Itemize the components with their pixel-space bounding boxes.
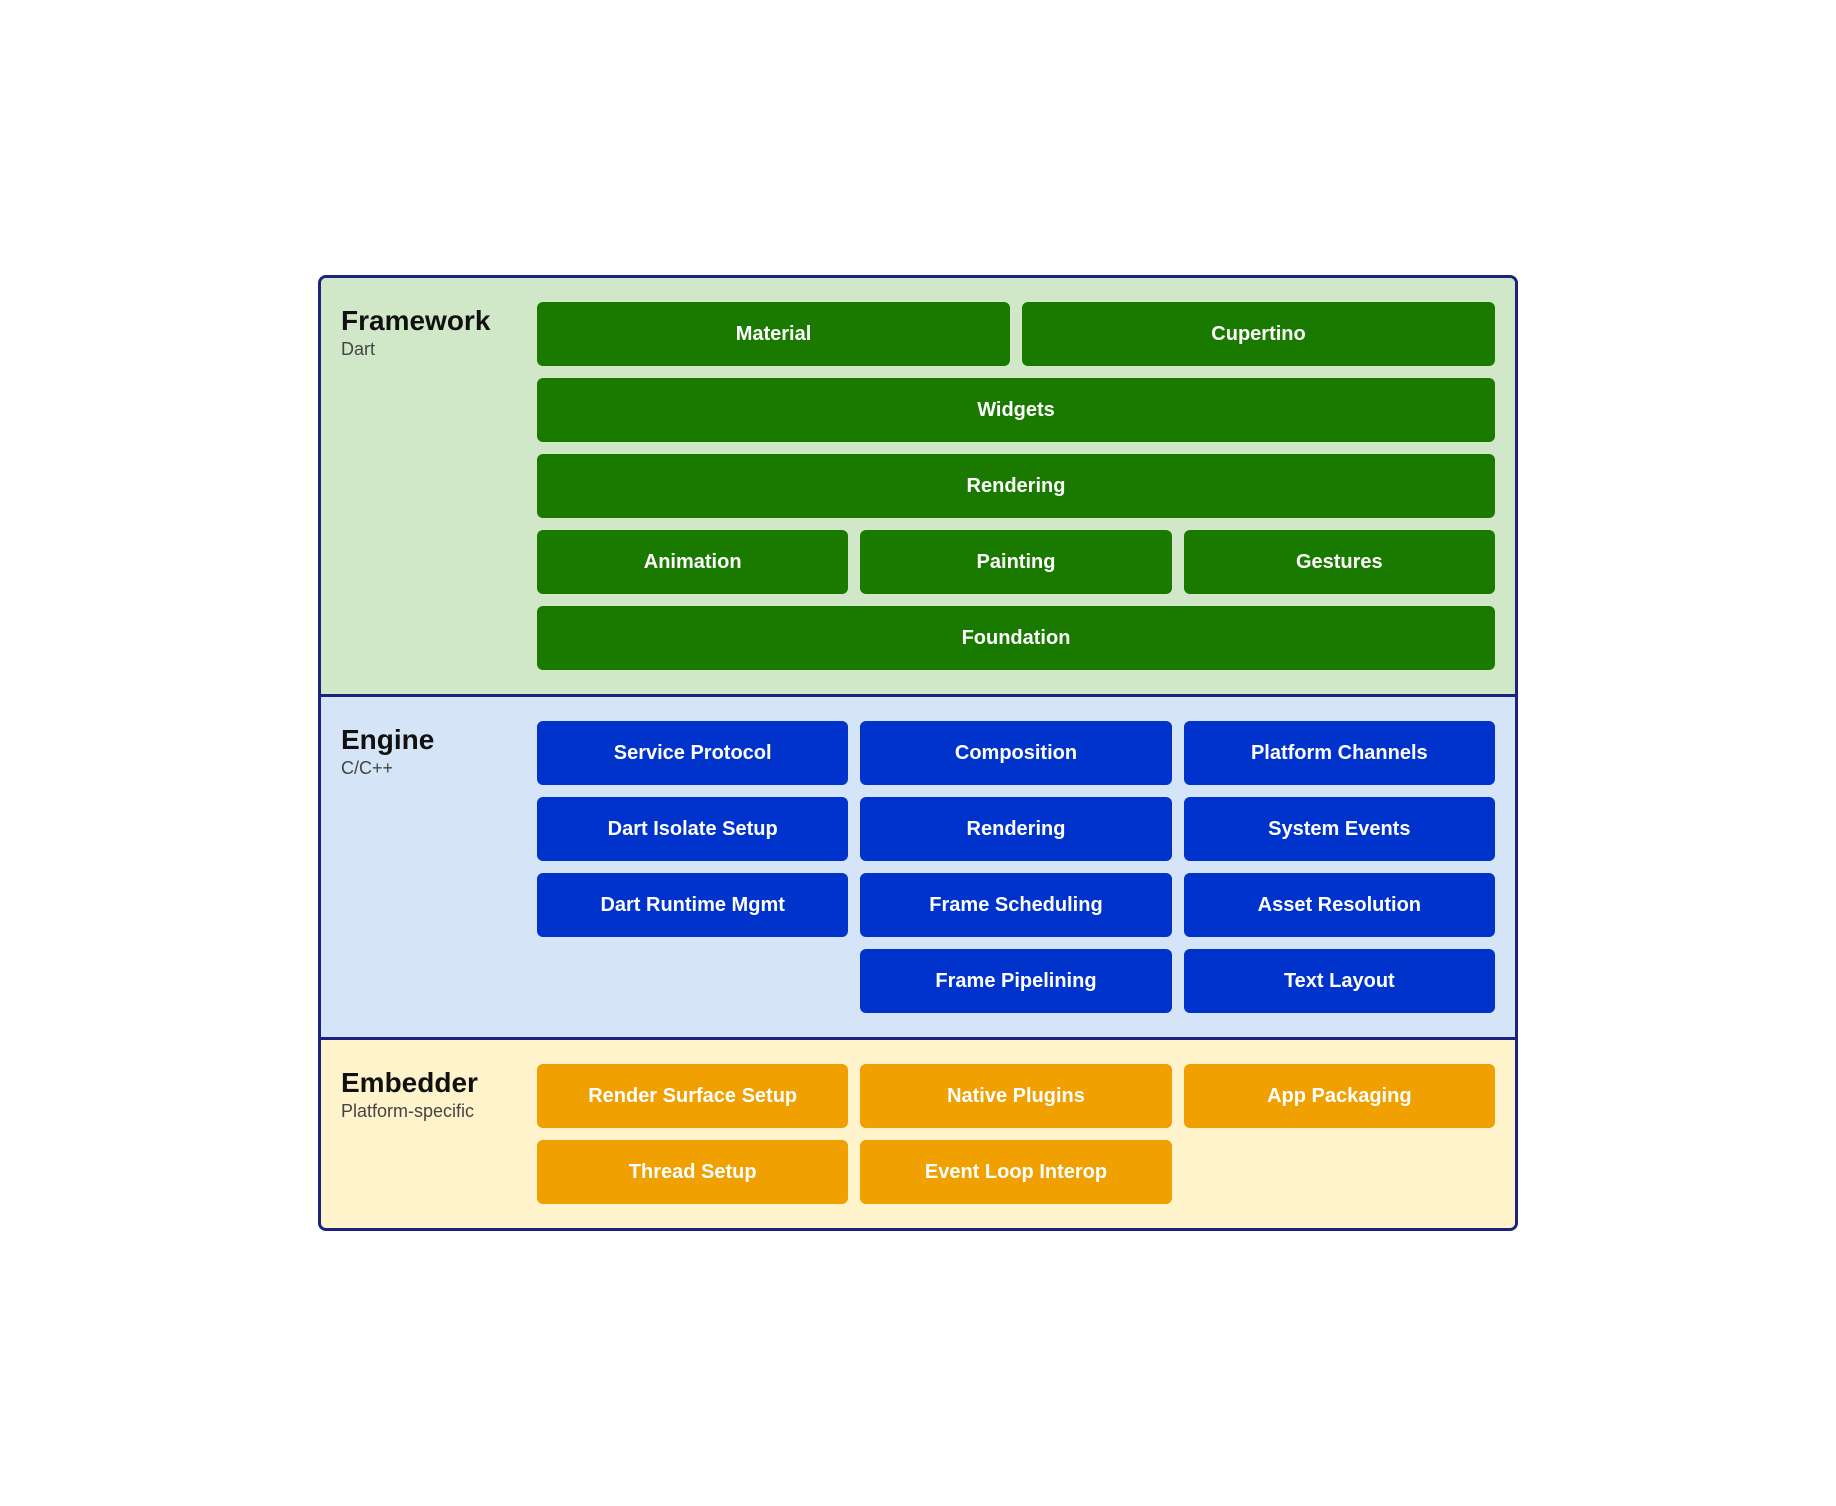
native-plugins-box: Native Plugins	[860, 1064, 1171, 1128]
framework-title: Framework	[341, 306, 521, 337]
painting-box: Painting	[860, 530, 1171, 594]
engine-layer: Engine C/C++ Service Protocol Compositio…	[321, 697, 1515, 1040]
framework-label: Framework Dart	[341, 302, 521, 670]
architecture-diagram: Framework Dart Material Cupertino Widget…	[318, 275, 1518, 1231]
framework-row-3: Rendering	[537, 454, 1495, 518]
frame-scheduling-box: Frame Scheduling	[860, 873, 1171, 937]
framework-row-2: Widgets	[537, 378, 1495, 442]
embedder-subtitle: Platform-specific	[341, 1101, 521, 1122]
embedder-row-1: Render Surface Setup Native Plugins App …	[537, 1064, 1495, 1128]
system-events-box: System Events	[1184, 797, 1495, 861]
engine-row-2: Dart Isolate Setup Rendering System Even…	[537, 797, 1495, 861]
app-packaging-box: App Packaging	[1184, 1064, 1495, 1128]
foundation-box: Foundation	[537, 606, 1495, 670]
rendering-framework-box: Rendering	[537, 454, 1495, 518]
engine-empty-box	[537, 949, 848, 1013]
engine-subtitle: C/C++	[341, 758, 521, 779]
dart-isolate-setup-box: Dart Isolate Setup	[537, 797, 848, 861]
dart-runtime-mgmt-box: Dart Runtime Mgmt	[537, 873, 848, 937]
render-surface-setup-box: Render Surface Setup	[537, 1064, 848, 1128]
composition-box: Composition	[860, 721, 1171, 785]
framework-row-4: Animation Painting Gestures	[537, 530, 1495, 594]
engine-label: Engine C/C++	[341, 721, 521, 1013]
material-box: Material	[537, 302, 1010, 366]
embedder-layer: Embedder Platform-specific Render Surfac…	[321, 1040, 1515, 1228]
framework-row-5: Foundation	[537, 606, 1495, 670]
frame-pipelining-box: Frame Pipelining	[860, 949, 1171, 1013]
widgets-box: Widgets	[537, 378, 1495, 442]
embedder-empty-box	[1184, 1140, 1495, 1204]
event-loop-interop-box: Event Loop Interop	[860, 1140, 1171, 1204]
engine-row-1: Service Protocol Composition Platform Ch…	[537, 721, 1495, 785]
embedder-row-2: Thread Setup Event Loop Interop	[537, 1140, 1495, 1204]
service-protocol-box: Service Protocol	[537, 721, 848, 785]
engine-row-4: Frame Pipelining Text Layout	[537, 949, 1495, 1013]
embedder-title: Embedder	[341, 1068, 521, 1099]
gestures-box: Gestures	[1184, 530, 1495, 594]
framework-layer: Framework Dart Material Cupertino Widget…	[321, 278, 1515, 697]
engine-title: Engine	[341, 725, 521, 756]
framework-content: Material Cupertino Widgets Rendering Ani…	[537, 302, 1495, 670]
platform-channels-box: Platform Channels	[1184, 721, 1495, 785]
engine-row-3: Dart Runtime Mgmt Frame Scheduling Asset…	[537, 873, 1495, 937]
embedder-content: Render Surface Setup Native Plugins App …	[537, 1064, 1495, 1204]
animation-box: Animation	[537, 530, 848, 594]
embedder-label: Embedder Platform-specific	[341, 1064, 521, 1204]
cupertino-box: Cupertino	[1022, 302, 1495, 366]
asset-resolution-box: Asset Resolution	[1184, 873, 1495, 937]
framework-subtitle: Dart	[341, 339, 521, 360]
engine-content: Service Protocol Composition Platform Ch…	[537, 721, 1495, 1013]
framework-row-1: Material Cupertino	[537, 302, 1495, 366]
rendering-engine-box: Rendering	[860, 797, 1171, 861]
thread-setup-box: Thread Setup	[537, 1140, 848, 1204]
text-layout-box: Text Layout	[1184, 949, 1495, 1013]
